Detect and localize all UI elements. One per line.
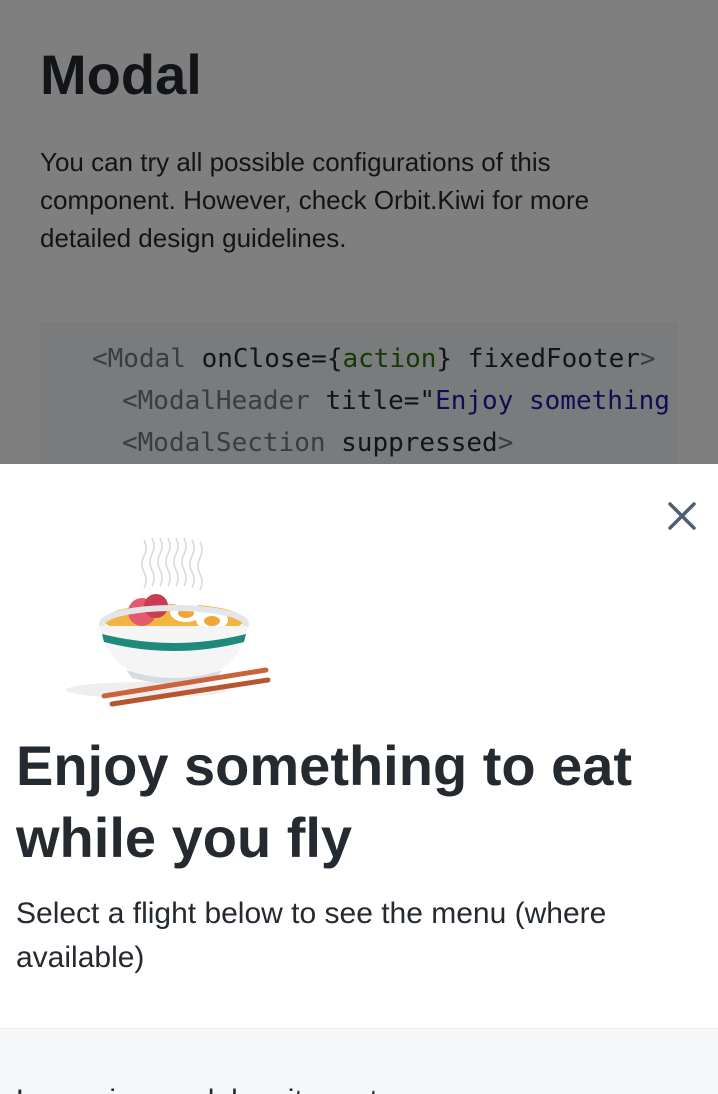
modal-description: Select a flight below to see the menu (w… <box>16 897 607 974</box>
modal-title: Enjoy something to eat while you fly <box>16 734 633 869</box>
close-icon <box>668 502 696 530</box>
noodle-bowl-illustration <box>66 537 271 707</box>
close-button[interactable] <box>658 492 706 540</box>
modal-section-suppressed: Lorem ipsum dolor sit amet <box>0 1028 718 1094</box>
section-text: Lorem ipsum dolor sit amet <box>16 1079 378 1094</box>
